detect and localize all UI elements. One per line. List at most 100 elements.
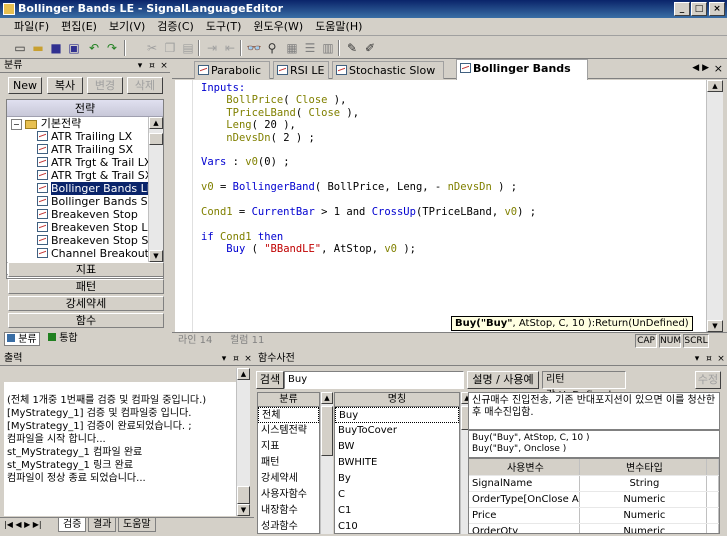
tab-help[interactable]: 도움말 (118, 518, 156, 532)
name-item[interactable]: BuyToCover (335, 423, 459, 439)
category-item[interactable]: 패턴 (258, 455, 319, 471)
cut-icon[interactable]: ✂ (144, 40, 160, 56)
scroll-down-icon[interactable]: ▼ (237, 504, 250, 516)
search-button[interactable]: 검색 (256, 371, 284, 389)
tree-header[interactable]: 전략 (7, 100, 163, 117)
close-icon[interactable]: × (242, 352, 254, 366)
new-file-icon[interactable]: ▭ (12, 40, 28, 56)
category-item[interactable]: 성과함수 (258, 519, 319, 533)
new-button[interactable]: New (8, 77, 42, 94)
tree-item[interactable]: Channel Breakout LE (7, 247, 163, 260)
tab-bollinger-bands-le[interactable]: Bollinger Bands LE × (456, 59, 588, 92)
tab-rsi-le[interactable]: RSI LE (273, 61, 329, 79)
category-item[interactable]: 내장함수 (258, 503, 319, 519)
tree-item[interactable]: ATR Trgt & Trail SX (7, 169, 163, 182)
category-item[interactable]: 강세약세 (258, 471, 319, 487)
dropdown-icon[interactable]: ▾ (691, 352, 703, 366)
menu-tools[interactable]: 도구(T) (200, 18, 248, 36)
editor-vscrollbar[interactable]: ▲ ▼ (706, 80, 723, 332)
category-item[interactable]: 사용자함수 (258, 487, 319, 503)
scroll-down-icon[interactable]: ▼ (707, 320, 723, 332)
param-row[interactable]: OrderQty Numeric (469, 523, 719, 533)
pin-icon[interactable]: ¤ (230, 352, 242, 366)
tab-nav-icon[interactable]: |◀ ◀ ▶ ▶| (4, 518, 42, 532)
menu-help[interactable]: 도움말(H) (309, 18, 368, 36)
open-icon[interactable]: ▬ (30, 40, 46, 56)
outdent-icon[interactable]: ⇤ (222, 40, 238, 56)
tree-item[interactable]: Breakeven Stop (7, 208, 163, 221)
window-icon[interactable]: ▥ (320, 40, 336, 56)
category-pattern[interactable]: 패턴 (8, 279, 164, 294)
list-icon[interactable]: ☰ (302, 40, 318, 56)
paste-icon[interactable]: ▤ (180, 40, 196, 56)
indent-icon[interactable]: ⇥ (204, 40, 220, 56)
tree-scrollbar[interactable]: ▲ ▼ (148, 117, 163, 262)
close-icon[interactable]: × (158, 59, 170, 73)
copy-button[interactable]: 복사 (47, 77, 83, 94)
delete-button[interactable]: 삭제 (127, 77, 163, 94)
category-item[interactable]: 시스템전략 (258, 423, 319, 439)
param-row[interactable]: OrderType[OnClose A Numeric (469, 491, 719, 508)
save-icon[interactable]: ■ (48, 40, 64, 56)
compile-icon[interactable]: ▦ (284, 40, 300, 56)
param-row[interactable]: SignalName String (469, 475, 719, 492)
tree-item[interactable]: ATR Trailing LX (7, 130, 163, 143)
tab-stochastic-slow-le[interactable]: Stochastic Slow LE (332, 61, 444, 94)
param-row[interactable]: Price Numeric (469, 507, 719, 524)
name-item[interactable]: Buy (335, 407, 459, 423)
scroll-up-icon[interactable]: ▲ (149, 117, 163, 129)
tree-item[interactable]: Breakeven Stop LX (7, 221, 163, 234)
tab-category[interactable]: 분류 (4, 332, 40, 346)
name-item[interactable]: C10 (335, 519, 459, 533)
tree-item[interactable]: ATR Trailing SX (7, 143, 163, 156)
tree-item[interactable]: ATR Trgt & Trail LX (7, 156, 163, 169)
close-editor-icon[interactable]: × (714, 62, 723, 75)
menu-file[interactable]: 파일(F) (8, 18, 55, 36)
pen-icon[interactable]: ✎ (344, 40, 360, 56)
name-item[interactable]: BWHITE (335, 455, 459, 471)
tab-scroll-icon[interactable]: ◀ ▶ (692, 63, 709, 73)
tree-item[interactable]: Bollinger Bands LE (7, 182, 163, 195)
copy-icon[interactable]: ❐ (162, 40, 178, 56)
tab-result[interactable]: 결과 (88, 518, 117, 532)
search-input[interactable]: Buy (284, 371, 464, 389)
menu-verify[interactable]: 검증(C) (151, 18, 200, 36)
tree-item[interactable]: Bollinger Bands SE (7, 195, 163, 208)
dropdown-icon[interactable]: ▾ (134, 59, 146, 73)
tab-verify[interactable]: 검증 (58, 518, 87, 532)
modify-button[interactable]: 수정 (695, 371, 721, 389)
edit-button[interactable]: 변경 (87, 77, 123, 94)
close-button[interactable]: × (709, 2, 725, 16)
save-all-icon[interactable]: ▣ (66, 40, 82, 56)
undo-icon[interactable]: ↶ (86, 40, 102, 56)
tree-folder[interactable]: − 기본전략 (7, 117, 163, 130)
scroll-down-icon[interactable]: ▼ (149, 250, 163, 262)
name-item[interactable]: By (335, 471, 459, 487)
name-item[interactable]: C (335, 487, 459, 503)
menu-view[interactable]: 보기(V) (103, 18, 151, 36)
category-function[interactable]: 함수 (8, 313, 164, 328)
category-bullbear[interactable]: 강세약세 (8, 296, 164, 311)
minimize-button[interactable]: _ (674, 2, 690, 16)
category-item[interactable]: 전체 (258, 407, 319, 423)
redo-icon[interactable]: ↷ (104, 40, 120, 56)
pen2-icon[interactable]: ✐ (362, 40, 378, 56)
close-icon[interactable]: × (715, 352, 727, 366)
maximize-button[interactable]: □ (691, 2, 707, 16)
category-scrollbar[interactable]: ▲ (320, 392, 333, 534)
menu-window[interactable]: 윈도우(W) (247, 18, 309, 36)
code-area[interactable]: Inputs: BollPrice( Close ), TPriceLBand(… (175, 80, 706, 332)
category-item[interactable]: 지표 (258, 439, 319, 455)
name-item[interactable]: C1 (335, 503, 459, 519)
tree-item[interactable]: Breakeven Stop SX (7, 234, 163, 247)
pin-icon[interactable]: ¤ (146, 59, 158, 73)
output-scrollbar[interactable]: ▲ ▼ (236, 368, 250, 516)
description-button[interactable]: 설명 / 사용예 (467, 371, 539, 389)
tab-integrated[interactable]: 통합 (46, 332, 80, 346)
dropdown-icon[interactable]: ▾ (218, 352, 230, 366)
find-icon[interactable]: 👓 (246, 40, 262, 56)
name-item[interactable]: BW (335, 439, 459, 455)
pin-icon[interactable]: ¤ (703, 352, 715, 366)
tab-parabolic-le[interactable]: Parabolic LE (194, 61, 270, 94)
menu-edit[interactable]: 편집(E) (55, 18, 103, 36)
